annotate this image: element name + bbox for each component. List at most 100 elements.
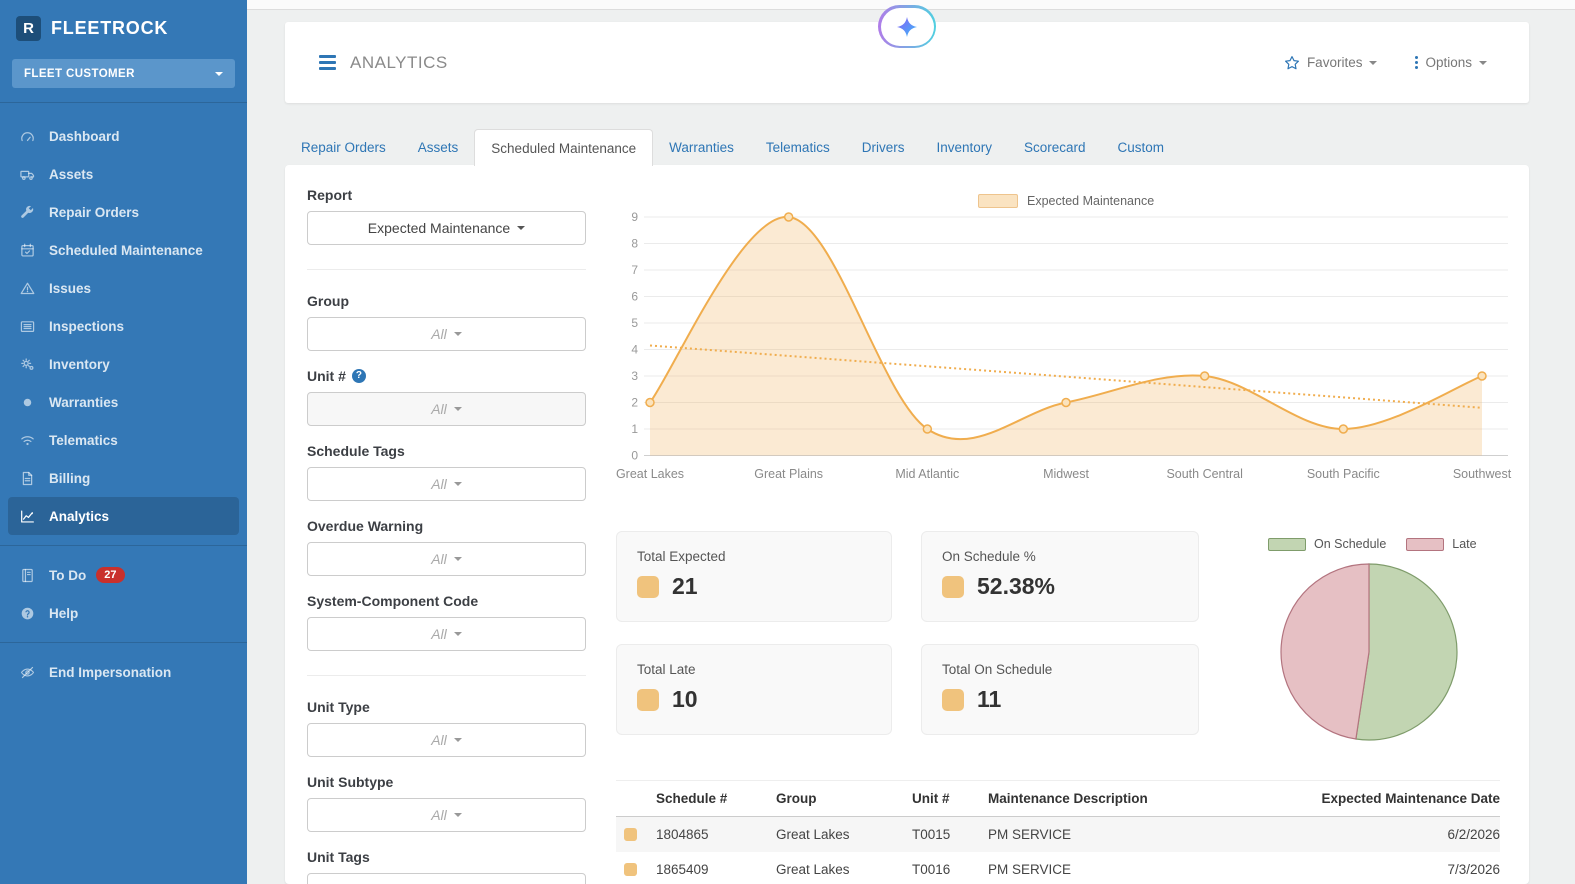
calendar-check-icon [21, 243, 34, 257]
data-point-marker[interactable] [1199, 371, 1210, 381]
x-axis-label: Great Plains [754, 467, 823, 481]
group-select[interactable]: All [307, 317, 586, 351]
col-header-unit[interactable]: Unit # [912, 791, 988, 806]
filter-group-system-component-code: System-Component Code All [307, 592, 586, 651]
unit-number-select[interactable]: All [307, 392, 586, 426]
sidebar-item-billing[interactable]: Billing [0, 459, 247, 497]
y-axis-tick-label: 8 [631, 237, 638, 251]
sidebar-item-assets[interactable]: Assets [0, 155, 247, 193]
tab-warranties[interactable]: Warranties [653, 129, 750, 166]
report-select[interactable]: Expected Maintenance [307, 211, 586, 245]
tab-scheduled-maintenance[interactable]: Scheduled Maintenance [474, 129, 654, 166]
filter-label: System-Component Code [307, 593, 479, 609]
favorites-label: Favorites [1306, 55, 1363, 70]
data-point-marker[interactable] [1338, 424, 1349, 434]
data-point-marker[interactable] [783, 212, 794, 222]
filter-label: Report [307, 187, 353, 203]
sidebar-item-scheduled-maintenance[interactable]: Scheduled Maintenance [0, 231, 247, 269]
stat-value: 11 [977, 686, 1002, 712]
pie-slice-on-schedule[interactable] [1355, 563, 1458, 741]
y-axis-tick-label: 2 [631, 396, 638, 410]
data-point-marker[interactable] [1477, 371, 1487, 381]
unit-type-select[interactable]: All [307, 723, 586, 757]
cell-group: Great Lakes [776, 827, 850, 842]
chart-legend[interactable]: Expected Maintenance [978, 193, 1515, 208]
caret-down-icon [453, 813, 462, 817]
caret-down-icon [453, 407, 462, 411]
stat-square-icon [637, 688, 659, 711]
col-header-group[interactable]: Group [776, 791, 912, 806]
cell-unit: T0016 [912, 862, 951, 877]
sidebar-item-todo[interactable]: To Do 27 [0, 556, 247, 594]
sidebar-item-end-impersonation[interactable]: End Impersonation [0, 653, 247, 691]
table-row[interactable]: 1804865 Great Lakes T0015 PM SERVICE 6/2… [616, 817, 1500, 852]
data-point-marker[interactable] [922, 424, 933, 434]
tab-inventory[interactable]: Inventory [920, 129, 1008, 166]
sidebar-item-telematics[interactable]: Telematics [0, 421, 247, 459]
sidebar-item-warranties[interactable]: Warranties [0, 383, 247, 421]
page-title: ANALYTICS [350, 52, 448, 72]
hamburger-menu-icon[interactable] [319, 55, 336, 70]
star-outline-icon [1284, 55, 1299, 69]
filter-group-group: Group All [307, 292, 586, 351]
options-dropdown[interactable]: Options [1415, 55, 1487, 70]
schedule-tags-select-value: All [431, 476, 447, 492]
col-header-description[interactable]: Maintenance Description [988, 791, 1300, 806]
tab-telematics[interactable]: Telematics [750, 129, 846, 166]
cell-description: PM SERVICE [988, 862, 1072, 877]
fleet-customer-selector[interactable]: FLEET CUSTOMER [12, 59, 235, 88]
sidebar-item-label: Inventory [49, 356, 110, 372]
stat-square-icon [942, 688, 964, 711]
sidebar-item-label: End Impersonation [49, 664, 172, 680]
sidebar-item-label: Issues [49, 280, 92, 296]
expected-maintenance-chart: Expected Maintenance 0 1 2 3 4 5 6 7 8 9 Great Lak… [616, 193, 1515, 488]
sidebar-item-dashboard[interactable]: Dashboard [0, 117, 247, 155]
filter-label: Unit Type [307, 699, 370, 715]
caret-down-icon [1369, 60, 1378, 65]
tab-repair-orders[interactable]: Repair Orders [285, 129, 402, 166]
pie-legend-label: On Schedule [1314, 537, 1387, 551]
unit-subtype-select[interactable]: All [307, 798, 586, 832]
tab-drivers[interactable]: Drivers [846, 129, 921, 166]
col-header-date[interactable]: Expected Maintenance Date [1300, 791, 1500, 806]
caret-down-icon [453, 332, 462, 336]
unit-number-help-icon[interactable]: ? [351, 369, 366, 383]
favorites-dropdown[interactable]: Favorites [1284, 55, 1378, 71]
sidebar-item-inspections[interactable]: Inspections [0, 307, 247, 345]
sidebar-item-label: Inspections [49, 318, 125, 334]
tab-custom[interactable]: Custom [1102, 129, 1181, 166]
brand-name: FLEETROCK [51, 18, 169, 38]
stat-value: 52.38% [977, 573, 1056, 599]
brand-logo-icon: R [16, 16, 41, 41]
group-select-value: All [431, 326, 447, 342]
y-axis-tick-label: 4 [631, 343, 638, 357]
legend-label: Expected Maintenance [1027, 193, 1155, 208]
tab-scorecard[interactable]: Scorecard [1008, 129, 1102, 166]
caret-down-icon [453, 738, 462, 742]
ai-assistant-button[interactable] [878, 5, 936, 48]
stat-card-total-on-schedule: Total On Schedule 11 [921, 644, 1199, 735]
overdue-warning-select[interactable]: All [307, 542, 586, 576]
sidebar-item-issues[interactable]: Issues [0, 269, 247, 307]
filter-divider [307, 675, 586, 676]
col-header-schedule[interactable]: Schedule # [656, 791, 776, 806]
stat-square-icon [942, 575, 964, 598]
pie-chart-svg [1280, 563, 1458, 741]
data-point-marker[interactable] [645, 397, 655, 408]
sidebar-item-repair-orders[interactable]: Repair Orders [0, 193, 247, 231]
data-point-marker[interactable] [1061, 397, 1071, 408]
pie-legend[interactable]: On Schedule Late [1268, 537, 1477, 551]
sidebar-item-inventory[interactable]: Inventory [0, 345, 247, 383]
system-component-code-select[interactable]: All [307, 617, 586, 651]
x-axis-label: South Pacific [1307, 467, 1380, 481]
sidebar-item-analytics[interactable]: Analytics [8, 497, 239, 535]
sidebar-item-help[interactable]: Help [0, 594, 247, 632]
schedule-tags-select[interactable]: All [307, 467, 586, 501]
sidebar-item-label: Billing [49, 470, 91, 486]
filter-group-overdue-warning: Overdue Warning All [307, 517, 586, 576]
table-row[interactable]: 1865409 Great Lakes T0016 PM SERVICE 7/3… [616, 852, 1500, 884]
pie-slice-late[interactable] [1280, 563, 1370, 740]
tab-assets[interactable]: Assets [402, 129, 475, 166]
x-axis-label: Midwest [1043, 467, 1089, 481]
unit-tags-select[interactable] [307, 873, 586, 884]
